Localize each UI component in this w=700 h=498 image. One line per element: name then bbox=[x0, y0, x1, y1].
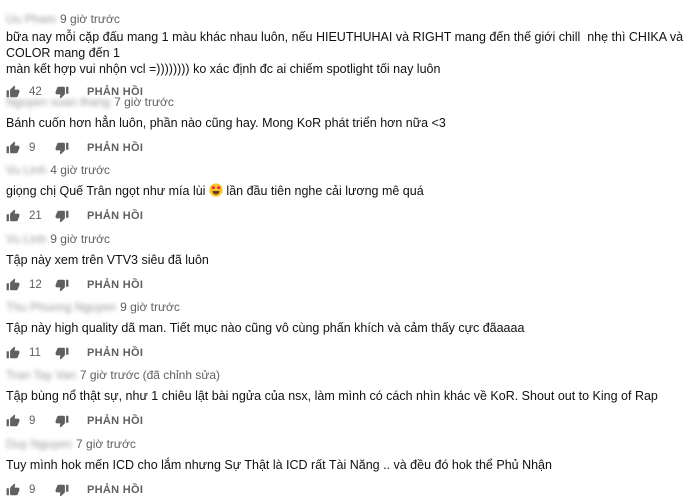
thumbs-down-icon[interactable] bbox=[55, 346, 69, 360]
thumbs-down-icon[interactable] bbox=[55, 483, 69, 497]
thumbs-down-icon[interactable] bbox=[55, 278, 69, 292]
thumbs-up-icon[interactable] bbox=[6, 209, 20, 223]
comment-header: Vu Linh 4 giờ trước bbox=[6, 163, 696, 177]
like-count: 9 bbox=[29, 415, 36, 427]
thumbs-down-icon[interactable] bbox=[55, 414, 69, 428]
edited-label: (đã chỉnh sửa) bbox=[142, 368, 221, 382]
comment-text: Tập bùng nổ thật sự, như 1 chiêu lật bài… bbox=[6, 389, 658, 403]
comment-text: Bánh cuốn hơn hẳn luôn, phần nào cũng ha… bbox=[6, 116, 446, 130]
heart-eyes-emoji-icon bbox=[209, 183, 223, 197]
comment-author[interactable]: Thu Phuong Nguyen bbox=[6, 300, 116, 314]
like-count: 9 bbox=[29, 142, 36, 154]
comment-text: bữa nay mỗi cặp đấu mang 1 màu khác nhau… bbox=[6, 30, 684, 76]
comment: Thu Phuong Nguyen 9 giờ trước Tập này hig… bbox=[6, 300, 696, 361]
comment-author[interactable]: Vu Linh bbox=[6, 163, 46, 177]
comment-time[interactable]: 7 giờ trước bbox=[114, 95, 174, 109]
comment-header: Duy Nguyen 7 giờ trước bbox=[6, 437, 696, 451]
comment-author[interactable]: Nguyen xuan thang bbox=[6, 95, 110, 109]
like-count: 21 bbox=[29, 210, 42, 222]
comment-header: Thu Phuong Nguyen 9 giờ trước bbox=[6, 300, 696, 314]
comment-text: Tập này high quality dã man. Tiết mục nà… bbox=[6, 321, 525, 335]
comment: Vu Linh 9 giờ trước Tập này xem trên VTV3… bbox=[6, 232, 696, 293]
comment-header: Tran Tay Van 7 giờ trước (đã chỉnh sửa) bbox=[6, 368, 696, 382]
thumbs-down-icon[interactable] bbox=[55, 209, 69, 223]
reply-button[interactable]: PHẢN HỒI bbox=[87, 210, 143, 222]
comment-text-part: lần đầu tiên nghe cải lương mê quá bbox=[222, 184, 424, 198]
reply-button[interactable]: PHẢN HỒI bbox=[87, 347, 143, 359]
comment-actions: 12 PHẢN HỒI bbox=[6, 277, 696, 293]
thumbs-up-icon[interactable] bbox=[6, 346, 20, 360]
comment-header: Vu Linh 9 giờ trước bbox=[6, 232, 696, 246]
comment: Duy Nguyen 7 giờ trước Tuy mình hok mến I… bbox=[6, 437, 696, 498]
comment-author[interactable]: Vu Linh bbox=[6, 232, 46, 246]
comment-author[interactable]: Tran Tay Van bbox=[6, 368, 76, 382]
comment-time[interactable]: 9 giờ trước bbox=[120, 300, 180, 314]
comment-author[interactable]: Duy Nguyen bbox=[6, 437, 72, 451]
like-count: 12 bbox=[29, 279, 42, 291]
comment: Uu Pham 9 giờ trước bữa nay mỗi cặp đấu m… bbox=[6, 12, 696, 100]
reply-button[interactable]: PHẢN HỒI bbox=[87, 279, 143, 291]
thumbs-up-icon[interactable] bbox=[6, 414, 20, 428]
reply-button[interactable]: PHẢN HỒI bbox=[87, 142, 143, 154]
thumbs-up-icon[interactable] bbox=[6, 141, 20, 155]
like-count: 11 bbox=[29, 347, 41, 359]
comment-time[interactable]: 9 giờ trước bbox=[50, 232, 110, 246]
thumbs-down-icon[interactable] bbox=[55, 141, 69, 155]
comment-time[interactable]: 7 giờ trước bbox=[80, 368, 140, 382]
comment-time[interactable]: 4 giờ trước bbox=[50, 163, 110, 177]
comment-actions: 9 PHẢN HỒI bbox=[6, 482, 696, 498]
like-count: 9 bbox=[29, 484, 36, 496]
comment-actions: 21 PHẢN HỒI bbox=[6, 208, 696, 224]
comment-text: giọng chị Quế Trân ngọt như mía lùi lần … bbox=[6, 183, 696, 199]
reply-button[interactable]: PHẢN HỒI bbox=[87, 415, 143, 427]
comment-text: Tuy mình hok mến ICD cho lắm nhưng Sự Th… bbox=[6, 458, 552, 472]
comment: Nguyen xuan thang 7 giờ trước Bánh cuốn h… bbox=[6, 95, 696, 156]
comment: Vu Linh 4 giờ trước giọng chị Quế Trân ng… bbox=[6, 163, 696, 224]
comment-header: Nguyen xuan thang 7 giờ trước bbox=[6, 95, 696, 109]
comment-actions: 11 PHẢN HỒI bbox=[6, 345, 696, 361]
comment-actions: 9 PHẢN HỒI bbox=[6, 140, 696, 156]
comment-time[interactable]: 9 giờ trước bbox=[60, 12, 120, 26]
comment: Tran Tay Van 7 giờ trước (đã chỉnh sửa) Tậ… bbox=[6, 368, 696, 429]
comment-text: Tập này xem trên VTV3 siêu đã luôn bbox=[6, 253, 209, 267]
thumbs-up-icon[interactable] bbox=[6, 483, 20, 497]
reply-button[interactable]: PHẢN HỒI bbox=[87, 484, 143, 496]
comment-author[interactable]: Uu Pham bbox=[6, 12, 56, 26]
comment-time[interactable]: 7 giờ trước bbox=[76, 437, 136, 451]
comment-actions: 9 PHẢN HỒI bbox=[6, 413, 696, 429]
comment-text-part: giọng chị Quế Trân ngọt như mía lùi bbox=[6, 184, 209, 198]
thumbs-up-icon[interactable] bbox=[6, 278, 20, 292]
comment-header: Uu Pham 9 giờ trước bbox=[6, 12, 696, 26]
